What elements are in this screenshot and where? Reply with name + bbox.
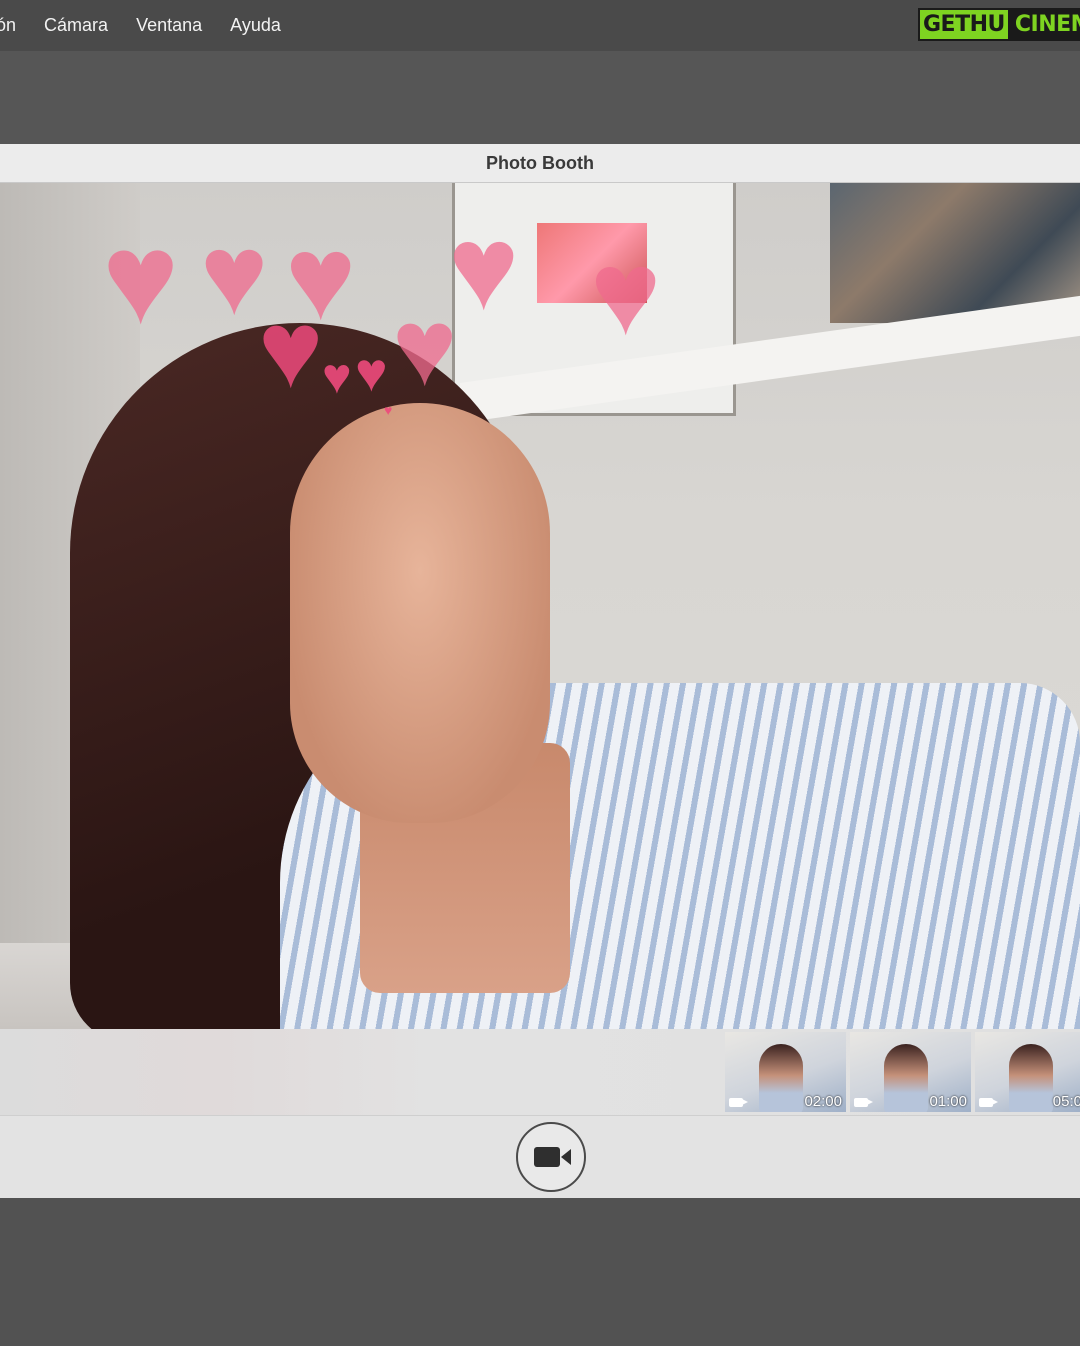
video-icon: [729, 1098, 748, 1107]
menu-item-ayuda[interactable]: Ayuda: [216, 0, 295, 51]
record-video-button[interactable]: [516, 1122, 586, 1192]
heart-icon: ♥: [258, 288, 324, 411]
menu-item-camara[interactable]: Cámara: [30, 0, 122, 51]
heart-icon: ♥: [322, 348, 352, 404]
heart-icon: ♥: [392, 286, 458, 409]
thumbnail[interactable]: 05:0: [975, 1032, 1080, 1112]
thumbnail-image: [884, 1044, 928, 1112]
thumbnail-image: [759, 1044, 803, 1112]
bottom-toolbar: [0, 1115, 1080, 1198]
person-face: [290, 403, 550, 823]
heart-icon: ♥: [102, 205, 180, 351]
heart-icon: ♥: [355, 341, 388, 403]
filmstrip: 02:00 01:00 05:0: [0, 1029, 1080, 1115]
heart-icon: ♥: [590, 226, 662, 360]
thumbnail-duration: 05:0: [1052, 1093, 1080, 1110]
heart-icon: ♥: [384, 402, 393, 418]
thumbnail-duration: 02:00: [804, 1093, 842, 1110]
menu-bar: ón Cámara Ventana Ayuda GETHUCINEMA: [0, 0, 1080, 51]
thumbnail[interactable]: 02:00: [725, 1032, 846, 1112]
logo-part-1: GETHU: [918, 7, 1010, 41]
heart-icon: ♥: [448, 201, 520, 335]
logo-part-2: CINEMA: [1009, 7, 1080, 41]
window-title: Photo Booth: [486, 152, 594, 173]
menu-item-edicion[interactable]: ón: [0, 0, 30, 51]
video-camera-icon: [534, 1147, 571, 1167]
thumbnail[interactable]: 01:00: [850, 1032, 971, 1112]
video-icon: [979, 1098, 998, 1107]
video-icon: [854, 1098, 873, 1107]
camera-preview: ♥ ♥ ♥ ♥ ♥ ♥ ♥ ♥ ♥ ♥: [0, 183, 1080, 1029]
menu-item-ventana[interactable]: Ventana: [122, 0, 216, 51]
thumbnail-duration: 01:00: [929, 1093, 967, 1110]
thumbnail-image: [1009, 1044, 1053, 1112]
watermark-logo: GETHUCINEMA: [918, 6, 1080, 42]
window-titlebar: Photo Booth: [0, 144, 1080, 183]
desktop-background: [0, 51, 1080, 144]
